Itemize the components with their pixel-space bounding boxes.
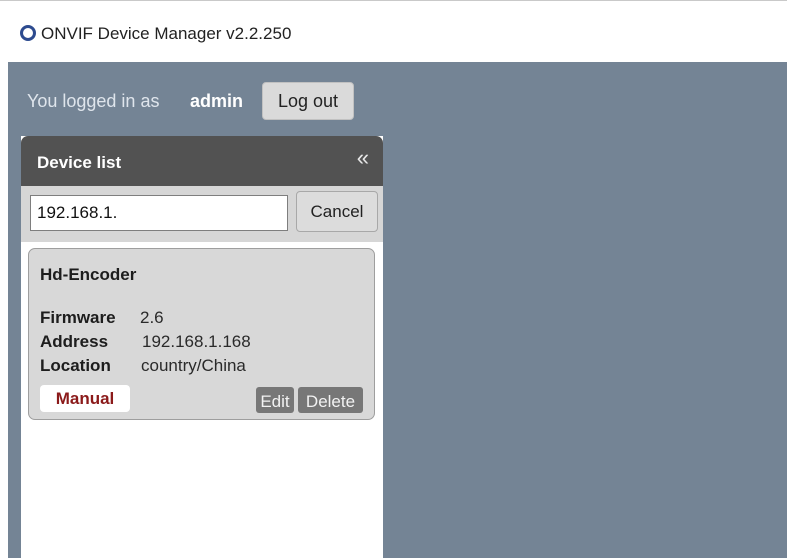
location-value: country/China [141,356,246,375]
device-search-bar: Cancel [21,186,383,242]
login-status-text: You logged in as [27,91,160,111]
address-value: 192.168.1.168 [142,332,251,351]
device-list-panel: Device list « Cancel Hd-Encoder Firmware… [21,136,383,558]
firmware-label: Firmware [40,308,116,327]
device-list-title: Device list [37,153,122,172]
device-search-input[interactable] [30,195,288,231]
device-name: Hd-Encoder [40,265,137,284]
title-bar: ONVIF Device Manager v2.2.250 [0,0,787,62]
double-chevron-left-icon[interactable]: « [357,147,369,169]
device-list-header: Device list « [21,136,383,186]
top-border [0,0,787,1]
cancel-search-button[interactable]: Cancel [296,191,378,232]
firmware-value: 2.6 [140,308,164,327]
address-label: Address [40,332,109,351]
logged-in-username: admin [190,91,244,111]
manual-badge: Manual [40,385,130,412]
delete-device-button[interactable]: Delete [298,387,363,413]
device-list-item[interactable]: Hd-Encoder Firmware 2.6 Address 192.168.… [28,248,375,420]
window-title: ONVIF Device Manager v2.2.250 [41,24,292,43]
edit-device-button[interactable]: Edit [256,387,294,413]
location-label: Location [40,356,111,375]
logout-button[interactable]: Log out [262,82,354,120]
onvif-ring-icon [20,25,36,41]
